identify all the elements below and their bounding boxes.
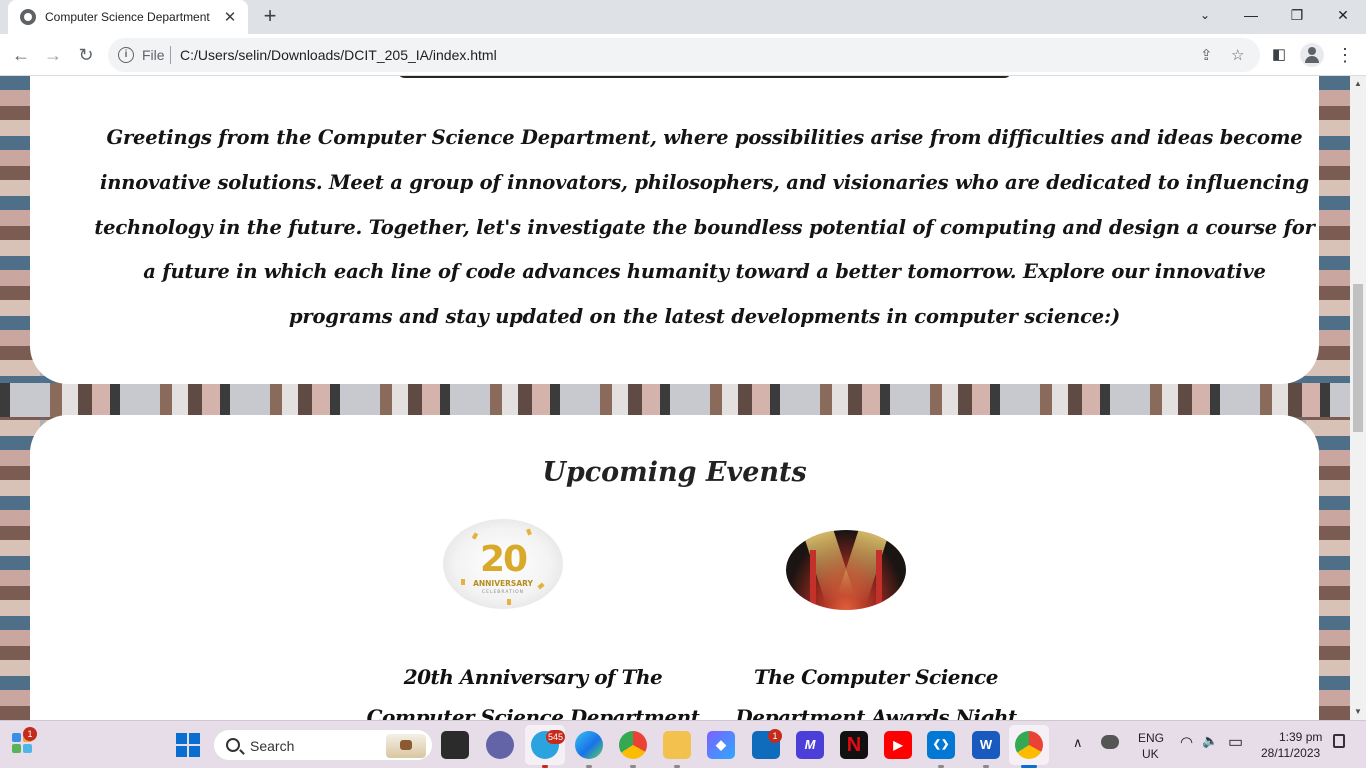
start-button[interactable] xyxy=(176,733,200,757)
search-highlight-image xyxy=(386,734,426,758)
event-title-awards-night[interactable]: The Computer Science Department Awards N… xyxy=(706,657,1046,720)
windows-taskbar: 1 Search 545 ◆ 1 M N ▶ ❮❯ W ∧ ENG UK ◠ 🔈… xyxy=(0,720,1366,768)
search-icon xyxy=(226,738,240,752)
widgets-button[interactable]: 1 xyxy=(10,727,37,757)
widget-tile xyxy=(12,733,21,742)
anniversary-event-image: 20 ANNIVERSARY CELEBRATION xyxy=(443,519,563,609)
close-window-button[interactable]: ✕ xyxy=(1320,0,1366,30)
vscode-icon[interactable]: ❮❯ xyxy=(927,731,955,759)
confetti xyxy=(507,599,511,605)
search-label: Search xyxy=(250,738,295,754)
chrome-active-icon[interactable] xyxy=(1015,731,1043,759)
back-button[interactable]: ← xyxy=(8,42,34,68)
volume-icon[interactable]: 🔈 xyxy=(1202,733,1218,749)
site-info-icon[interactable]: i xyxy=(118,47,134,63)
tray-chevron-icon[interactable]: ∧ xyxy=(1073,735,1083,751)
windows-logo-icon xyxy=(176,746,187,757)
scroll-up-arrow[interactable]: ▲ xyxy=(1350,76,1366,92)
clock-date[interactable]: 28/11/2023 xyxy=(1261,746,1320,760)
url-text[interactable]: C:/Users/selin/Downloads/DCIT_205_IA/ind… xyxy=(180,47,497,63)
events-card: Upcoming Events 20 ANNIVERSARY CELEBRATI… xyxy=(30,415,1319,720)
menu-kebab-icon[interactable]: ⋮ xyxy=(1334,44,1356,66)
profile-avatar-icon[interactable] xyxy=(1300,43,1324,67)
battery-icon[interactable]: ▭ xyxy=(1228,732,1243,752)
browser-tab[interactable]: Computer Science Department ✕ xyxy=(8,0,248,34)
tab-strip: Computer Science Department ✕ + ⌄ — ❐ ✕ xyxy=(0,0,1366,34)
windows-logo-icon xyxy=(189,733,200,744)
forward-button[interactable]: → xyxy=(40,42,66,68)
tab-search-button[interactable]: ⌄ xyxy=(1182,0,1228,30)
browser-toolbar: ← → ↻ i File C:/Users/selin/Downloads/DC… xyxy=(0,34,1366,76)
windows-logo-icon xyxy=(189,746,200,757)
close-tab-button[interactable]: ✕ xyxy=(222,8,238,26)
tab-title: Computer Science Department xyxy=(45,10,210,24)
curtain xyxy=(810,550,816,610)
globe-icon xyxy=(20,9,36,25)
hero-image xyxy=(397,76,1012,78)
language-code[interactable]: ENG xyxy=(1138,731,1164,745)
intro-card: Greetings from the Computer Science Depa… xyxy=(30,76,1319,384)
minimize-button[interactable]: — xyxy=(1228,0,1274,30)
youtube-icon[interactable]: ▶ xyxy=(884,731,912,759)
page-viewport: Greetings from the Computer Science Depa… xyxy=(0,76,1350,720)
teams-chat-icon[interactable] xyxy=(486,731,514,759)
anniversary-caption: ANNIVERSARY xyxy=(473,579,533,588)
edge-icon[interactable] xyxy=(575,731,603,759)
address-bar[interactable]: i File C:/Users/selin/Downloads/DCIT_205… xyxy=(108,38,1260,72)
side-panel-icon[interactable]: ◧ xyxy=(1268,44,1290,66)
bookmark-star-icon[interactable]: ☆ xyxy=(1231,46,1244,64)
notification-icon[interactable] xyxy=(1333,734,1345,748)
awards-night-image xyxy=(786,530,906,610)
telegram-badge: 545 xyxy=(546,730,566,744)
copilot-icon[interactable]: ◆ xyxy=(707,731,735,759)
widgets-badge: 1 xyxy=(23,727,37,741)
readme-icon[interactable]: M xyxy=(796,731,824,759)
events-heading: Upcoming Events xyxy=(542,457,807,488)
anniversary-subcaption: CELEBRATION xyxy=(481,590,525,595)
reload-button[interactable]: ↻ xyxy=(73,42,99,68)
windows-logo-icon xyxy=(176,733,187,744)
onedrive-icon[interactable] xyxy=(1101,735,1119,749)
widget-tile xyxy=(23,744,32,753)
scroll-down-arrow[interactable]: ▼ xyxy=(1350,704,1366,720)
chrome-icon[interactable] xyxy=(619,731,647,759)
address-separator xyxy=(170,46,171,64)
anniversary-number: 20 xyxy=(479,539,528,580)
confetti xyxy=(526,528,532,536)
background-desk-strip xyxy=(0,383,1350,417)
page-scrollbar[interactable]: ▲ ▼ xyxy=(1350,76,1366,720)
curtain xyxy=(876,550,882,610)
language-region[interactable]: UK xyxy=(1142,747,1159,761)
word-icon[interactable]: W xyxy=(972,731,1000,759)
share-icon[interactable]: ⇪ xyxy=(1200,46,1213,64)
maximize-button[interactable]: ❐ xyxy=(1274,0,1320,30)
netflix-icon[interactable]: N xyxy=(840,731,868,759)
intro-paragraph: Greetings from the Computer Science Depa… xyxy=(94,126,1315,329)
wifi-icon[interactable]: ◠ xyxy=(1180,733,1193,751)
file-explorer-icon[interactable] xyxy=(663,731,691,759)
scroll-thumb[interactable] xyxy=(1353,284,1363,432)
scheme-label: File xyxy=(142,47,165,63)
new-tab-button[interactable]: + xyxy=(258,5,282,29)
task-view-icon[interactable] xyxy=(441,731,469,759)
clock-time[interactable]: 1:39 pm xyxy=(1279,730,1322,744)
event-title-anniversary[interactable]: 20th Anniversary of The Computer Science… xyxy=(363,657,703,720)
taskbar-search-box[interactable]: Search xyxy=(213,729,433,761)
widget-tile xyxy=(12,744,21,753)
mail-badge: 1 xyxy=(768,729,782,743)
